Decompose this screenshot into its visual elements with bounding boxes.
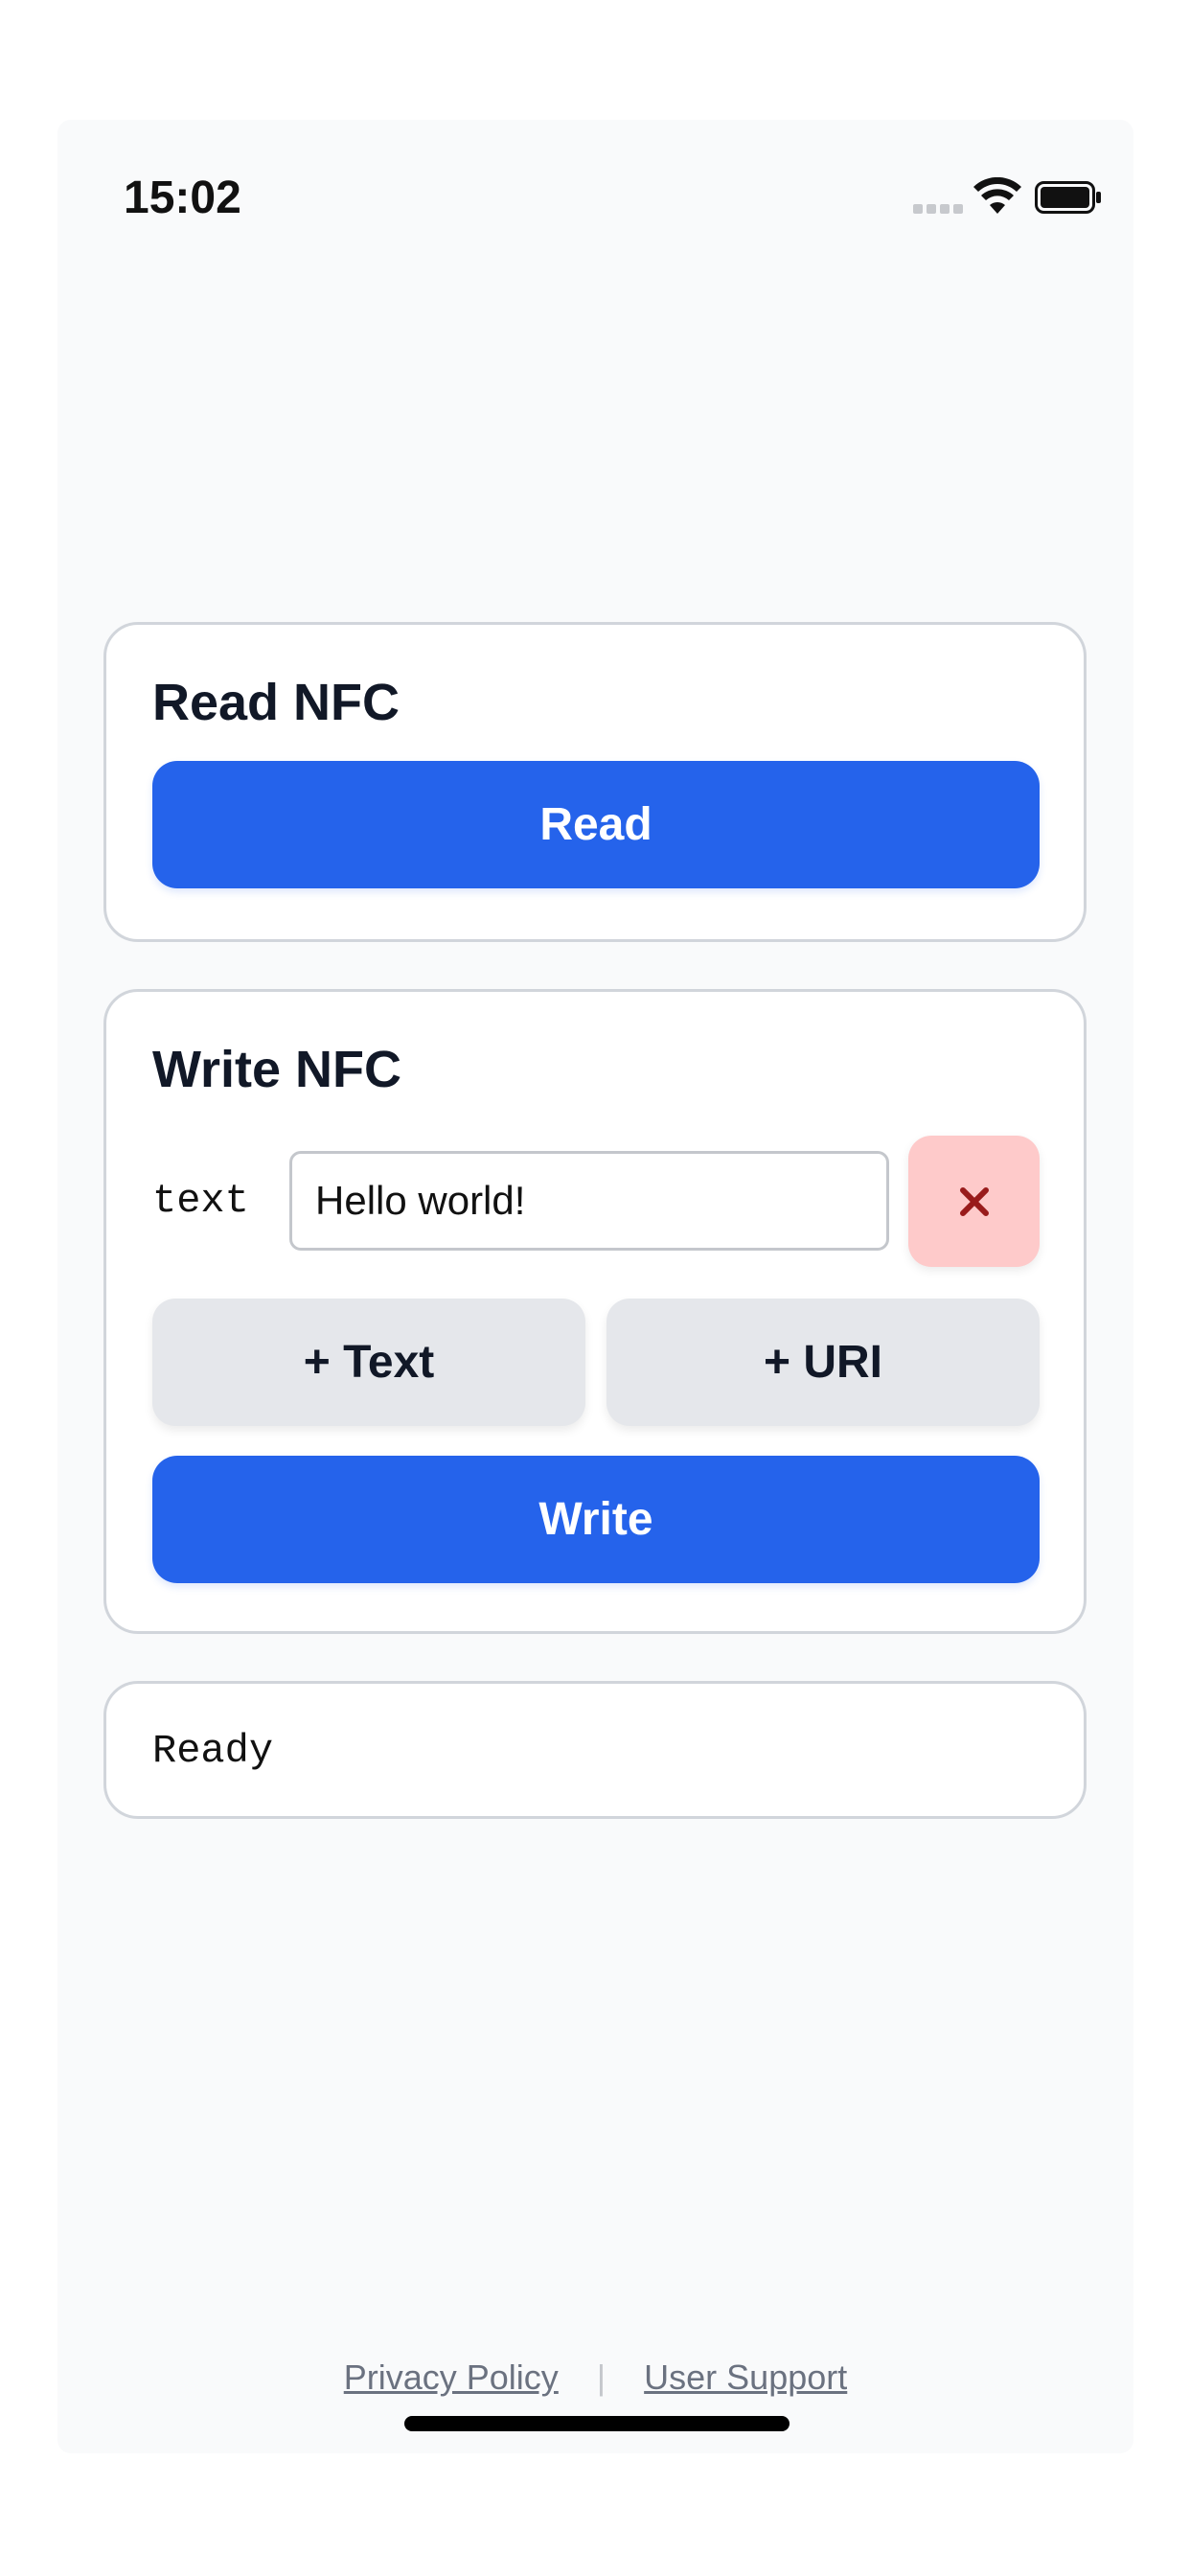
home-indicator[interactable] <box>404 2416 790 2431</box>
remove-record-button[interactable] <box>908 1136 1040 1267</box>
record-type-label: text <box>152 1178 249 1224</box>
close-icon <box>959 1186 989 1216</box>
write-button[interactable]: Write <box>152 1456 1040 1583</box>
app-screen: 15:02 Read NFC Read Write NFC text Hello… <box>57 120 1133 2453</box>
status-time: 15:02 <box>124 172 241 223</box>
write-card-title: Write NFC <box>152 1041 402 1098</box>
write-nfc-card: Write NFC text + Text + URI Write <box>103 989 1087 1634</box>
user-support-link[interactable]: User Support <box>644 2358 847 2398</box>
battery-icon <box>1035 181 1101 214</box>
read-button[interactable]: Read <box>152 761 1040 888</box>
cellular-signal-icon <box>913 204 967 216</box>
record-text-input[interactable] <box>289 1151 889 1251</box>
status-card: Ready <box>103 1681 1087 1819</box>
footer-separator: | <box>596 2358 606 2397</box>
add-text-record-button[interactable]: + Text <box>152 1299 585 1426</box>
wifi-icon <box>973 177 1021 214</box>
footer: Privacy Policy | User Support <box>57 2358 1133 2398</box>
add-uri-record-button[interactable]: + URI <box>606 1299 1040 1426</box>
record-row: text <box>152 1136 1040 1267</box>
read-nfc-card: Read NFC Read <box>103 622 1087 942</box>
read-card-title: Read NFC <box>152 674 400 731</box>
status-message: Ready <box>152 1728 274 1774</box>
status-bar: 15:02 <box>57 120 1133 283</box>
privacy-policy-link[interactable]: Privacy Policy <box>344 2358 559 2398</box>
